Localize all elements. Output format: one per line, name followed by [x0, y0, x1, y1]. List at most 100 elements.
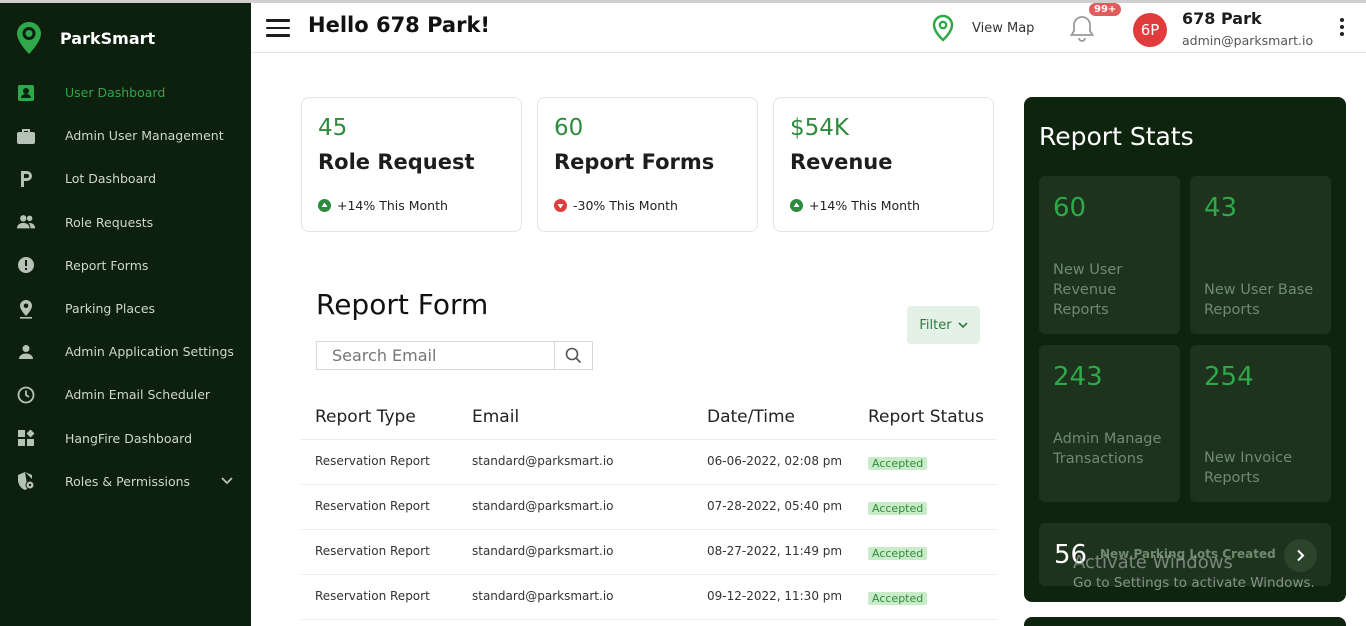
sidebar-item-label: Lot Dashboard	[65, 171, 157, 187]
table-row[interactable]: Reservation Report standard@parksmart.io…	[301, 485, 996, 530]
sidebar-item-label: Report Forms	[65, 257, 149, 273]
tile-label: New Invoice Reports	[1204, 450, 1293, 486]
alert-circle-icon	[16, 255, 36, 275]
stat-title: Report Forms	[554, 150, 715, 174]
cell-datetime: 08-27-2022, 11:49 pm	[707, 544, 843, 558]
map-pin-icon	[16, 299, 36, 319]
search-button[interactable]	[555, 342, 592, 369]
cell-email: standard@parksmart.io	[472, 454, 614, 468]
chevron-down-icon[interactable]	[221, 473, 233, 488]
column-header[interactable]: Date/Time	[707, 407, 795, 427]
sidebar-item-admin-email-scheduler[interactable]: Admin Email Scheduler	[0, 373, 251, 416]
trend-down-icon	[554, 199, 567, 212]
user-name: 678 Park	[1182, 9, 1262, 28]
top-bar: Hello 678 Park! View Map 99+ 6P 678 Park…	[251, 0, 1366, 53]
sidebar-item-label: Admin Email Scheduler	[65, 387, 211, 403]
new-parking-lots-tile[interactable]: 56 New Parking Lots Created	[1039, 523, 1331, 586]
parking-p-icon	[16, 169, 36, 189]
stat-trend-label: +14% This Month	[809, 198, 920, 213]
sidebar-item-parking-places[interactable]: Parking Places	[0, 287, 251, 330]
search-icon	[565, 347, 582, 364]
column-header[interactable]: Email	[472, 407, 519, 427]
location-pin-logo-icon	[17, 22, 41, 54]
report-stats-title: Report Stats	[1039, 122, 1194, 151]
table-row[interactable]: Reservation Report standard@parksmart.io…	[301, 575, 996, 620]
tile-value: 56	[1054, 540, 1088, 570]
sidebar-item-report-forms[interactable]: Report Forms	[0, 244, 251, 287]
sidebar-nav: User Dashboard Admin User Management Lot…	[0, 71, 251, 503]
stat-title: Revenue	[790, 150, 893, 174]
status-badge: Accepted	[868, 592, 928, 605]
tile-value: 254	[1204, 362, 1254, 392]
chevron-right-icon[interactable]	[1284, 539, 1317, 572]
filter-label: Filter	[919, 317, 952, 333]
cell-email: standard@parksmart.io	[472, 544, 614, 558]
avatar[interactable]: 6P	[1133, 13, 1167, 47]
stat-value: $54K	[790, 115, 849, 141]
report-form-title: Report Form	[316, 288, 489, 321]
user-email: admin@parksmart.io	[1182, 33, 1314, 48]
sidebar-item-admin-user-management[interactable]: Admin User Management	[0, 114, 251, 157]
sidebar-item-roles-permissions[interactable]: Roles & Permissions	[0, 460, 251, 503]
status-badge: Accepted	[868, 457, 928, 470]
stat-tile[interactable]: 243 Admin Manage Transactions	[1039, 345, 1180, 502]
table-header: Report Type Email Date/Time Report Statu…	[301, 396, 996, 440]
sidebar-item-role-requests[interactable]: Role Requests	[0, 201, 251, 244]
sidebar-item-label: HangFire Dashboard	[65, 430, 193, 446]
sidebar-item-admin-application-settings[interactable]: Admin Application Settings	[0, 330, 251, 373]
trend-up-icon	[790, 199, 803, 212]
map-pin-icon	[932, 14, 954, 42]
bell-icon[interactable]	[1069, 14, 1095, 42]
widgets-icon	[16, 428, 36, 448]
person-icon	[16, 342, 36, 362]
stat-trend: +14% This Month	[790, 198, 920, 213]
more-vertical-icon[interactable]	[1337, 18, 1347, 40]
group-icon	[16, 212, 36, 232]
tile-value: 243	[1053, 362, 1103, 392]
sidebar-item-label: Admin Application Settings	[65, 344, 234, 360]
column-header[interactable]: Report Type	[315, 407, 416, 427]
sidebar-item-label: User Dashboard	[65, 85, 166, 101]
sidebar-item-label: Admin User Management	[65, 128, 224, 144]
sidebar-item-user-dashboard[interactable]: User Dashboard	[0, 71, 251, 114]
sidebar-item-hangfire-dashboard[interactable]: HangFire Dashboard	[0, 417, 251, 460]
report-table: Report Type Email Date/Time Report Statu…	[301, 396, 996, 620]
next-panel-edge	[1024, 617, 1346, 626]
stat-card-report-forms: 60 Report Forms -30% This Month	[537, 97, 758, 232]
notification-badge: 99+	[1089, 3, 1122, 16]
table-row[interactable]: Reservation Report standard@parksmart.io…	[301, 440, 996, 485]
filter-button[interactable]: Filter	[907, 306, 980, 344]
sidebar-item-label: Parking Places	[65, 301, 156, 317]
report-stats-panel: Report Stats 60 New User Revenue Reports…	[1024, 97, 1346, 602]
view-map-label: View Map	[972, 20, 1035, 36]
stat-title: Role Request	[318, 150, 475, 174]
status-badge: Accepted	[868, 547, 928, 560]
column-header[interactable]: Report Status	[868, 407, 984, 427]
sidebar-item-lot-dashboard[interactable]: Lot Dashboard	[0, 157, 251, 200]
cell-report-type: Reservation Report	[315, 499, 430, 513]
stat-card-role-request: 45 Role Request +14% This Month	[301, 97, 522, 232]
tile-value: 60	[1053, 193, 1087, 223]
cell-report-type: Reservation Report	[315, 454, 430, 468]
table-row[interactable]: Reservation Report standard@parksmart.io…	[301, 530, 996, 575]
briefcase-icon	[16, 126, 36, 146]
stat-trend: -30% This Month	[554, 198, 678, 213]
tile-label: Admin Manage Transactions	[1053, 431, 1162, 467]
stat-tile[interactable]: 43 New User Base Reports	[1190, 176, 1331, 334]
view-map-link[interactable]: View Map	[932, 14, 1034, 42]
cell-email: standard@parksmart.io	[472, 589, 614, 603]
chevron-down-icon	[958, 321, 968, 328]
app-root: ParkSmart User Dashboard Admin User Mana…	[0, 0, 1366, 626]
hamburger-menu-icon[interactable]	[266, 19, 290, 37]
status-badge: Accepted	[868, 502, 928, 515]
search-email-input[interactable]	[317, 342, 555, 369]
stat-tile[interactable]: 254 New Invoice Reports	[1190, 345, 1331, 502]
shield-lock-icon	[16, 471, 36, 491]
stat-value: 60	[554, 115, 584, 141]
tile-label: New User Revenue Reports	[1053, 262, 1123, 318]
id-badge-icon	[16, 83, 36, 103]
stat-tile[interactable]: 60 New User Revenue Reports	[1039, 176, 1180, 334]
stat-trend-label: -30% This Month	[573, 198, 678, 213]
brand[interactable]: ParkSmart	[16, 21, 155, 55]
brand-name: ParkSmart	[60, 28, 156, 48]
